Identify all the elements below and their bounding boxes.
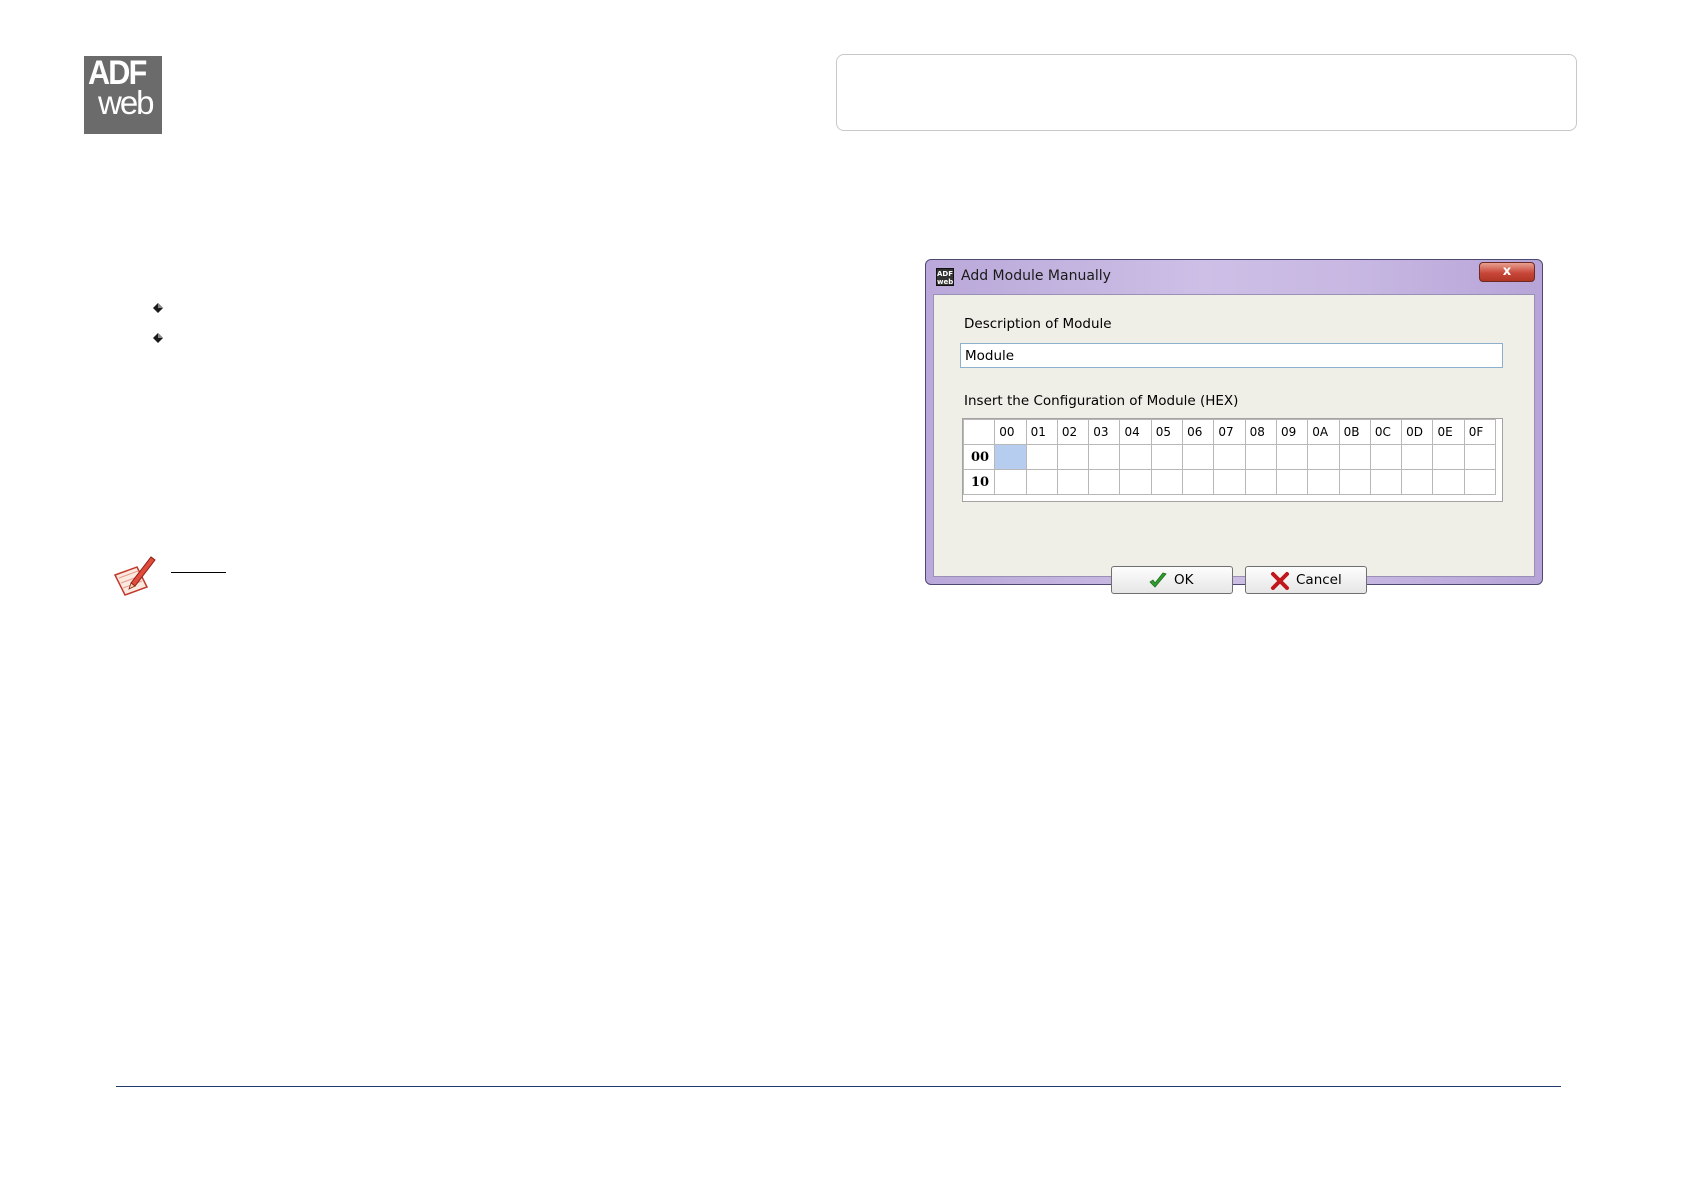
grid-row: 10	[963, 469, 1497, 495]
column-header: 09	[1275, 419, 1309, 445]
note-pencil-icon	[113, 556, 156, 596]
hex-cell[interactable]	[1275, 444, 1309, 470]
description-label: Description of Module	[964, 316, 1112, 332]
row-header: 00	[963, 444, 996, 470]
column-header: 0C	[1369, 419, 1403, 445]
hex-cell[interactable]	[1056, 444, 1090, 470]
configuration-label: Insert the Configuration of Module (HEX)	[964, 393, 1239, 409]
header-title-box	[836, 54, 1577, 131]
dialog-client-area: Description of Module Insert the Configu…	[933, 294, 1535, 594]
hex-cell[interactable]	[1338, 469, 1371, 495]
hex-cell[interactable]	[1119, 469, 1152, 495]
column-header: 08	[1244, 419, 1277, 445]
hex-cell[interactable]	[1088, 444, 1121, 470]
hex-cell[interactable]	[1088, 469, 1121, 495]
close-button[interactable]: x	[1479, 262, 1535, 282]
hex-cell[interactable]	[1401, 444, 1434, 470]
hex-cell[interactable]	[1369, 444, 1403, 470]
note-underline	[171, 572, 226, 573]
hex-cell[interactable]	[994, 469, 1027, 495]
hex-config-grid[interactable]: 00 01 02 03 04 05 06 07 08 09 0A 0B 0C 0D 0E 0F 00 10	[962, 418, 1503, 502]
hex-cell[interactable]	[1119, 444, 1152, 470]
logo-text-web: web	[98, 84, 155, 121]
hex-cell[interactable]	[1025, 469, 1058, 495]
diamond-bullet-icon	[153, 303, 163, 313]
column-header: 02	[1056, 419, 1090, 445]
description-input[interactable]	[960, 343, 1503, 368]
hex-cell[interactable]	[1463, 469, 1497, 495]
column-header: 05	[1150, 419, 1184, 445]
cancel-button[interactable]: Cancel	[1245, 566, 1367, 594]
cancel-button-label: Cancel	[1296, 572, 1342, 588]
row-header: 10	[963, 469, 996, 495]
column-header: 00	[994, 419, 1027, 445]
column-header: 0F	[1463, 419, 1497, 445]
adfweb-logo: ADF web	[84, 54, 162, 134]
hex-cell[interactable]	[1369, 469, 1403, 495]
column-header: 0E	[1432, 419, 1465, 445]
dialog-titlebar[interactable]: ADF web Add Module Manually x	[926, 260, 1542, 294]
hex-cell[interactable]	[1307, 444, 1340, 470]
add-module-dialog: ADF web Add Module Manually x Description…	[925, 259, 1543, 594]
column-header: 04	[1119, 419, 1152, 445]
hex-cell[interactable]	[1432, 444, 1465, 470]
hex-cell[interactable]	[1401, 469, 1434, 495]
hex-table: 00 01 02 03 04 05 06 07 08 09 0A 0B 0C 0D 0E 0F 00 10	[963, 419, 1497, 495]
dialog-title: Add Module Manually	[961, 268, 1111, 284]
column-header: 0D	[1401, 419, 1434, 445]
footer-divider	[116, 1086, 1561, 1087]
checkmark-icon	[1149, 572, 1167, 588]
grid-corner-cell	[963, 419, 996, 445]
red-x-icon	[1271, 572, 1289, 590]
hex-cell[interactable]	[1432, 469, 1465, 495]
ok-button[interactable]: OK	[1111, 566, 1233, 594]
hex-cell[interactable]	[1275, 469, 1309, 495]
hex-cell[interactable]	[1150, 444, 1184, 470]
hex-cell[interactable]	[1182, 469, 1215, 495]
column-header: 06	[1182, 419, 1215, 445]
hex-cell[interactable]	[1213, 469, 1246, 495]
hex-cell[interactable]	[1213, 444, 1246, 470]
hex-cell[interactable]	[1244, 469, 1277, 495]
hex-cell[interactable]	[1056, 469, 1090, 495]
adfweb-app-icon: ADF web	[936, 268, 954, 286]
ok-button-label: OK	[1174, 572, 1194, 588]
diamond-bullet-icon	[153, 333, 163, 343]
hex-cell[interactable]	[1025, 444, 1058, 470]
hex-cell[interactable]	[994, 444, 1027, 470]
hex-cell[interactable]	[1463, 444, 1497, 470]
column-header: 0B	[1338, 419, 1371, 445]
hex-cell[interactable]	[1182, 444, 1215, 470]
column-header: 07	[1213, 419, 1246, 445]
hex-cell[interactable]	[1307, 469, 1340, 495]
hex-cell[interactable]	[1244, 444, 1277, 470]
hex-cell[interactable]	[1338, 444, 1371, 470]
column-header: 0A	[1307, 419, 1340, 445]
hex-cell[interactable]	[1150, 469, 1184, 495]
grid-row: 00	[963, 444, 1497, 470]
column-header: 01	[1025, 419, 1058, 445]
column-header: 03	[1088, 419, 1121, 445]
